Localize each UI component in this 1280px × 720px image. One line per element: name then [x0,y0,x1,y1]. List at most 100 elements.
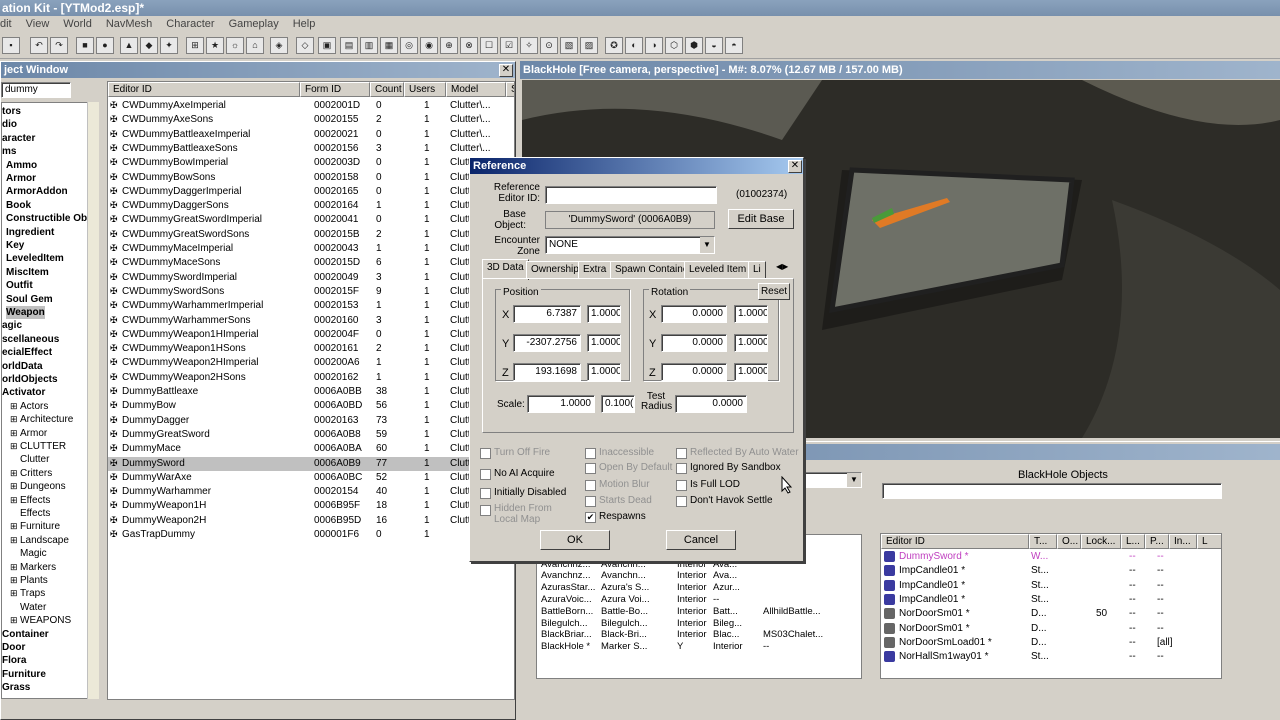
table-row[interactable]: BlackHole * Marker S... Y Interior -- [537,641,861,653]
table-row[interactable]: ✠ CWDummyMaceSons 0002015D 6 1 Clutt [108,256,514,270]
position-z-input[interactable]: 193.1698 [513,363,581,381]
tree-item[interactable]: Clutter [10,453,49,466]
expand-icon[interactable]: ⊞ [10,494,20,507]
table-row[interactable]: ✠ CWDummyDaggerImperial 00020165 0 1 Clutt [108,185,514,199]
toolbar-button[interactable]: ⌂ [246,37,264,54]
inaccessible-checkbox[interactable] [585,448,596,459]
tree-item[interactable]: ⊞ Armor [10,427,47,440]
is-full-lod-checkbox[interactable] [676,480,687,491]
table-row[interactable]: ImpCandle01 * St... -- -- [881,593,1221,607]
table-row[interactable]: ImpCandle01 * St... -- -- [881,579,1221,593]
table-row[interactable]: ✠ CWDummyWeapon1HSons 00020161 2 1 Clutt [108,342,514,356]
tree-item[interactable]: ⊞ Effects [10,494,50,507]
expand-icon[interactable]: ⊞ [10,534,20,547]
table-row[interactable]: Avanchnz... Avanchn... Interior Ava... [537,570,861,582]
table-row[interactable]: ✠ CWDummyWeapon1HImperial 0002004F 0 1 Clutt [108,328,514,342]
expand-icon[interactable]: ⊞ [10,480,20,493]
tree-item[interactable]: ⊞ WEAPONS [10,614,71,627]
tree-item[interactable]: ⊞ Architecture [10,413,73,426]
tree-item[interactable]: ArmorAddon [6,185,68,198]
ref-editor-id-input[interactable] [545,186,717,204]
toolbar-button[interactable]: ▧ [560,37,578,54]
toolbar-button[interactable]: ▥ [360,37,378,54]
tree-item[interactable]: Weapon [6,306,45,320]
tree-item[interactable]: tors [2,105,21,118]
table-row[interactable]: ✠ CWDummyAxeSons 00020155 2 1 Clutter\... [108,113,514,127]
column-header[interactable]: Editor ID [881,534,1029,549]
menu-item[interactable]: Character [166,18,214,30]
tree-item[interactable]: ⊞ Furniture [10,520,60,533]
tree-item[interactable]: Effects [10,507,50,520]
toolbar-button[interactable]: ◐ [625,37,643,54]
table-row[interactable]: ✠ CWDummyWarhammerSons 00020160 3 1 Clutt [108,314,514,328]
hidden-from-local-map-checkbox[interactable] [480,505,491,516]
toolbar-button[interactable]: ◓ [725,37,743,54]
column-header[interactable]: Editor ID [108,82,300,97]
menu-item[interactable]: Help [293,18,316,30]
column-header[interactable]: Lock... [1081,534,1121,549]
menu-item[interactable]: dit [0,18,12,30]
table-row[interactable]: ✠ DummyBow 0006A0BD 56 1 Clutt [108,399,514,413]
table-row[interactable]: BlackBriar... Black-Bri... Interior Blac...… [537,629,861,641]
position-y-input[interactable]: -2307.2756 [513,334,581,352]
table-row[interactable]: Bilegulch... Bilegulch... Interior Bileg... [537,618,861,630]
toolbar-button[interactable]: ⊗ [460,37,478,54]
expand-icon[interactable]: ⊞ [10,427,20,440]
tree-item[interactable]: MiscItem [6,266,49,279]
tree-item[interactable]: ecialEffect [2,346,52,359]
edit-base-button[interactable]: Edit Base [728,209,794,229]
expand-icon[interactable]: ⊞ [10,440,20,453]
tree-item[interactable]: LeveledItem [6,252,64,265]
toolbar-button[interactable]: ★ [206,37,224,54]
toolbar-button[interactable]: ▨ [580,37,598,54]
table-row[interactable]: ✠ DummyGreatSword 0006A0B8 59 1 Clutt [108,428,514,442]
table-row[interactable]: ✠ CWDummyBowSons 00020158 0 1 Clutt [108,171,514,185]
expand-icon[interactable]: ⊞ [10,587,20,600]
table-row[interactable]: NorDoorSm01 * D... -- -- [881,622,1221,636]
toolbar-button[interactable]: ☐ [480,37,498,54]
tree-item[interactable]: orldObjects [2,373,58,386]
ok-button[interactable]: OK [540,530,610,550]
starts-dead-checkbox[interactable] [585,496,596,507]
tree-item[interactable]: ⊞ Traps [10,587,45,600]
toolbar-button[interactable]: ● [96,37,114,54]
tab[interactable]: Li [748,261,766,279]
menu-item[interactable]: World [63,18,92,30]
position-x-step-input[interactable]: 1.0000 [587,305,621,323]
tab[interactable]: Extra [578,261,612,279]
toolbar-button[interactable]: ☑ [500,37,518,54]
table-row[interactable]: ✠ CWDummySwordImperial 00020049 3 1 Clutt [108,271,514,285]
tree-item[interactable]: scellaneous [2,333,59,346]
toolbar-button[interactable]: ▦ [380,37,398,54]
table-row[interactable]: NorDoorSmLoad01 * D... -- [all] [881,636,1221,650]
expand-icon[interactable]: ⊞ [10,400,20,413]
tab[interactable]: Leveled Item [684,261,752,279]
encounter-zone-select[interactable]: NONE ▼ [545,236,715,254]
column-header[interactable]: L [1197,534,1221,549]
position-y-step-input[interactable]: 1.0000 [587,334,621,352]
table-row[interactable]: ImpCandle01 * St... -- -- [881,564,1221,578]
toolbar-button[interactable]: ✪ [605,37,623,54]
scale-input[interactable]: 1.0000 [527,395,595,413]
tree-item[interactable]: agic [2,319,22,332]
toolbar-button[interactable]: ◉ [420,37,438,54]
toolbar-button[interactable]: ⬡ [665,37,683,54]
expand-icon[interactable]: ⊞ [10,520,20,533]
toolbar-button[interactable]: ◒ [705,37,723,54]
chevron-down-icon[interactable]: ▼ [847,473,861,487]
toolbar-button[interactable]: ◎ [400,37,418,54]
toolbar-button[interactable]: ◇ [296,37,314,54]
table-row[interactable]: BattleBorn... Battle-Bo... Interior Batt...… [537,606,861,618]
tree-item[interactable]: Soul Gem [6,293,53,306]
table-row[interactable]: AzurasStar... Azura's S... Interior Azur... [537,582,861,594]
tree-item[interactable]: Ingredient [6,226,54,239]
rotation-x-step-input[interactable]: 1.0000 [734,305,768,323]
menu-item[interactable]: View [26,18,50,30]
expand-icon[interactable]: ⊞ [10,614,20,627]
position-z-step-input[interactable]: 1.0000 [587,363,621,381]
motion-blur-checkbox[interactable] [585,480,596,491]
toolbar-button[interactable]: ☼ [226,37,244,54]
table-row[interactable]: ✠ DummyWeapon1H 0006B95F 18 1 Clutt [108,499,514,513]
column-header[interactable]: Model [446,82,506,97]
table-row[interactable]: ✠ CWDummyWeapon2HImperial 000200A6 1 1 Clutt [108,356,514,370]
